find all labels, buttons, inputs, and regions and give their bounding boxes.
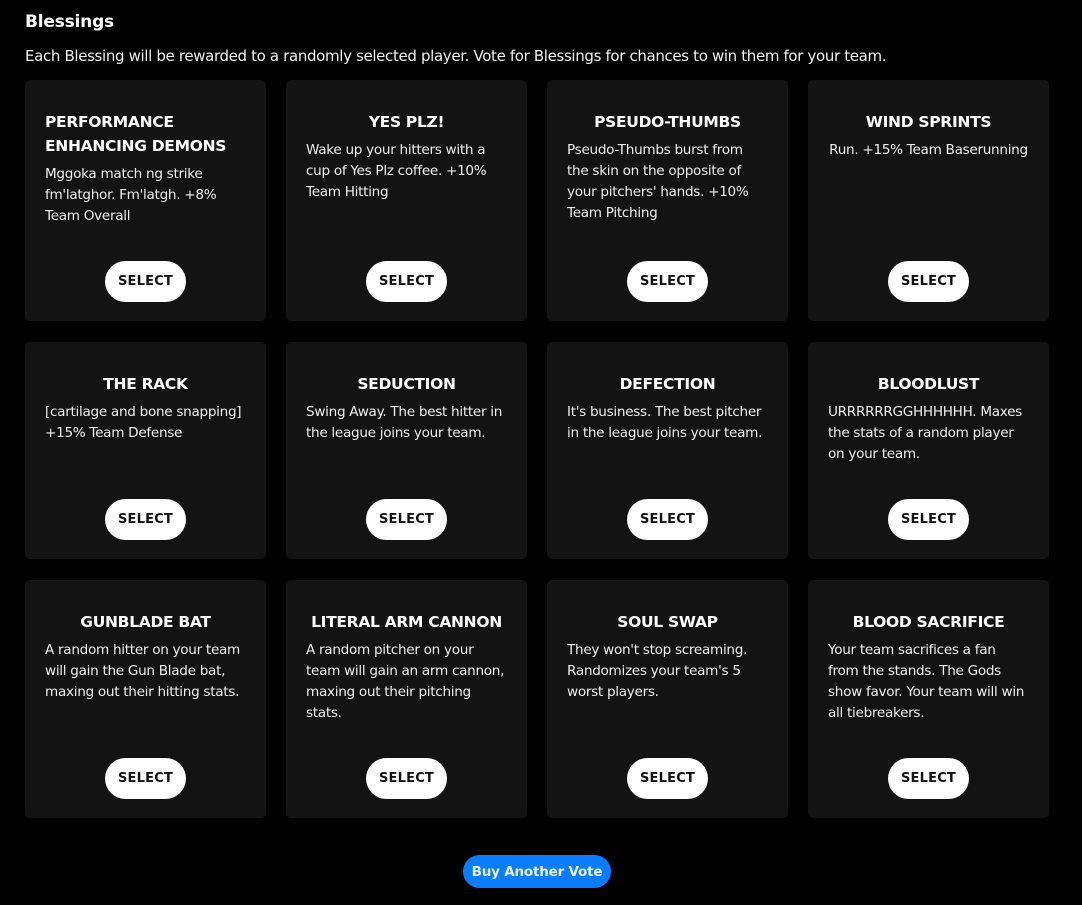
blessing-card-blood-sacrifice: BLOOD SACRIFICE Your team sacrifices a f… [808, 580, 1049, 818]
blessing-title: LITERAL ARM CANNON [311, 613, 502, 631]
blessing-description: A random hitter on your team will gain t… [45, 642, 240, 700]
blessing-description: They won't stop screaming. Randomizes yo… [567, 642, 748, 700]
blessing-title: BLOODLUST [877, 375, 980, 393]
blessing-title: SEDUCTION [357, 375, 456, 393]
select-button[interactable]: SELECT [105, 758, 186, 799]
blessing-description: Your team sacrifices a fan from the stan… [828, 642, 1025, 721]
blessing-card-gunblade-bat: GUNBLADE BAT A random hitter on your tea… [25, 580, 266, 818]
select-button[interactable]: SELECT [627, 499, 708, 540]
blessing-title: BLOOD SACRIFICE [852, 613, 1005, 631]
blessing-description: Pseudo-Thumbs burst from the skin on the… [567, 142, 749, 221]
select-button[interactable]: SELECT [366, 758, 447, 799]
blessing-card-seduction: SEDUCTION Swing Away. The best hitter in… [286, 342, 527, 559]
blessing-title: THE RACK [103, 375, 188, 393]
buy-another-vote-button[interactable]: Buy Another Vote [463, 855, 611, 888]
blessings-heading: Blessings [25, 12, 114, 32]
blessing-description: Run. +15% Team Baserunning [829, 142, 1028, 158]
blessing-description: It's business. The best pitcher in the l… [567, 404, 763, 441]
select-button[interactable]: SELECT [105, 499, 186, 540]
blessing-description: Mggoka match ng strike fm'latghor. Fm'la… [45, 166, 217, 224]
blessing-description: URRRRRRGGHHHHHH. Maxes the stats of a ra… [828, 404, 1022, 462]
blessing-title: PERFORMANCE ENHANCING DEMONS [45, 113, 227, 155]
blessing-title: YES PLZ! [368, 113, 445, 131]
blessing-card-yes-plz: YES PLZ! Wake up your hitters with a cup… [286, 80, 527, 321]
blessings-intro: Each Blessing will be rewarded to a rand… [25, 47, 887, 65]
blessing-description: Wake up your hitters with a cup of Yes P… [306, 142, 487, 200]
blessing-title: PSEUDO-THUMBS [594, 113, 741, 131]
select-button[interactable]: SELECT [105, 261, 186, 302]
blessings-grid: PERFORMANCE ENHANCING DEMONS Mggoka matc… [25, 80, 1049, 818]
select-button[interactable]: SELECT [366, 261, 447, 302]
blessing-title: SOUL SWAP [617, 613, 718, 631]
blessing-title: DEFECTION [619, 375, 716, 393]
blessing-description: Swing Away. The best hitter in the leagu… [306, 404, 503, 441]
blessing-card-the-rack: THE RACK [cartilage and bone snapping] +… [25, 342, 266, 559]
blessing-title: GUNBLADE BAT [80, 613, 211, 631]
blessing-card-wind-sprints: WIND SPRINTS Run. +15% Team Baserunning … [808, 80, 1049, 321]
blessing-card-pseudo-thumbs: PSEUDO-THUMBS Pseudo-Thumbs burst from t… [547, 80, 788, 321]
select-button[interactable]: SELECT [366, 499, 447, 540]
select-button[interactable]: SELECT [888, 758, 969, 799]
blessing-card-performance-enhancing-demons: PERFORMANCE ENHANCING DEMONS Mggoka matc… [25, 80, 266, 321]
select-button[interactable]: SELECT [627, 758, 708, 799]
blessing-description: [cartilage and bone snapping] +15% Team … [45, 404, 242, 441]
select-button[interactable]: SELECT [888, 261, 969, 302]
blessing-description: A random pitcher on your team will gain … [306, 642, 505, 721]
blessing-card-bloodlust: BLOODLUST URRRRRRGGHHHHHH. Maxes the sta… [808, 342, 1049, 559]
blessing-card-literal-arm-cannon: LITERAL ARM CANNON A random pitcher on y… [286, 580, 527, 818]
select-button[interactable]: SELECT [888, 499, 969, 540]
blessing-title: WIND SPRINTS [865, 113, 992, 131]
select-button[interactable]: SELECT [627, 261, 708, 302]
blessing-card-defection: DEFECTION It's business. The best pitche… [547, 342, 788, 559]
blessing-card-soul-swap: SOUL SWAP They won't stop screaming. Ran… [547, 580, 788, 818]
